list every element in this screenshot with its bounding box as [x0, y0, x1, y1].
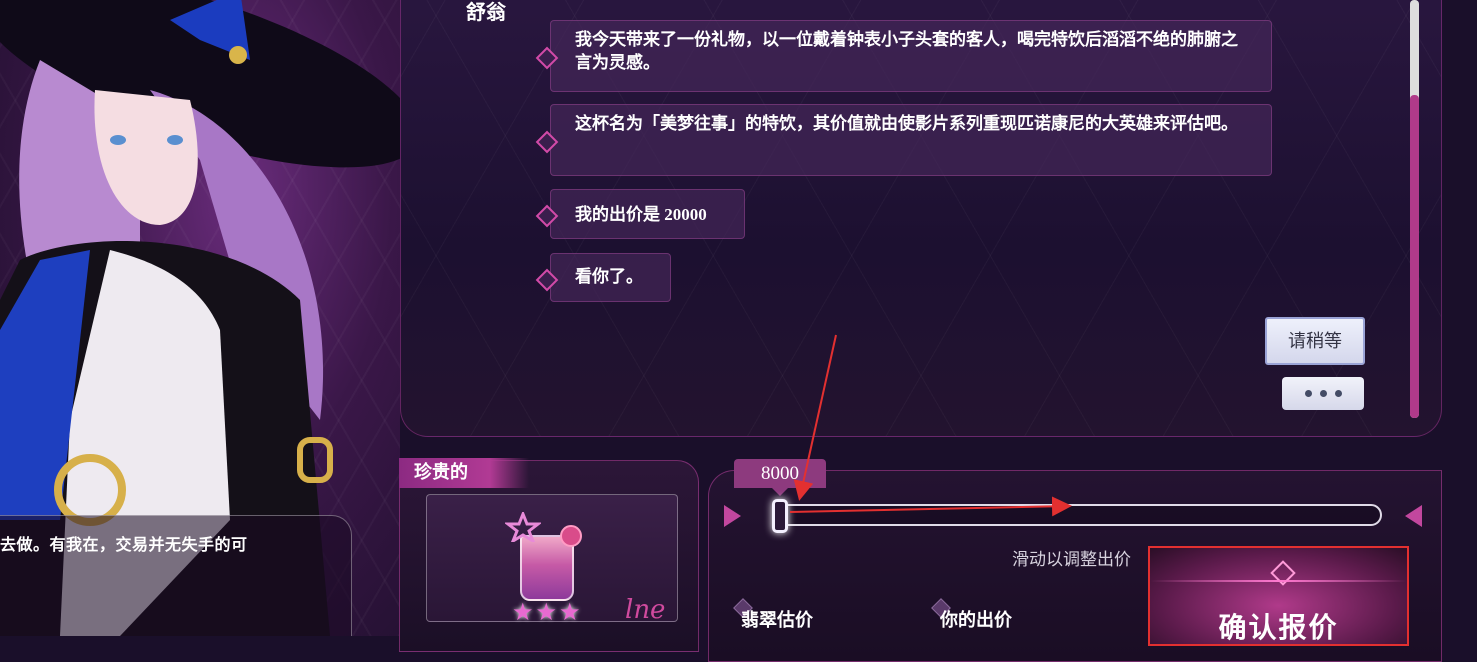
speaker-name: 舒翁: [466, 0, 506, 24]
ellipsis-icon: [1319, 390, 1327, 397]
price-slider-track[interactable]: [772, 504, 1382, 526]
rose-garnish-icon: [560, 525, 582, 547]
chat-message-text: 我的出价是 20000: [575, 205, 707, 224]
slider-hint: 滑动以调整出价: [1012, 550, 1131, 570]
chat-message: 看你了。: [535, 253, 671, 302]
decorative-line: [1150, 580, 1407, 582]
chat-message: 我的出价是 20000: [535, 189, 745, 239]
price-slider-thumb[interactable]: [772, 499, 788, 533]
chat-scrollbar-thumb[interactable]: [1410, 95, 1419, 418]
rarity-tag: 珍贵的: [399, 458, 529, 488]
chat-message: 这杯名为「美梦往事」的特饮，其价值就由使影片系列重现匹诺康尼的大英雄来评估吧。: [535, 104, 1272, 176]
more-options-button[interactable]: [1282, 377, 1364, 410]
chat-message-text: 这杯名为「美梦往事」的特饮，其价值就由使影片系列重现匹诺康尼的大英雄来评估吧。: [575, 114, 1238, 134]
chat-message-text: 我今天带来了一份礼物，以一位戴着钟表小子头套的客人，喝完特饮后滔滔不绝的肺腑之言…: [575, 30, 1238, 73]
chat-message: 我今天带来了一份礼物，以一位戴着钟表小子头套的客人，喝完特饮后滔滔不绝的肺腑之言…: [535, 20, 1272, 92]
chat-message-text: 看你了。: [575, 267, 643, 287]
your-bid-label: 你的出价: [940, 610, 1012, 631]
ellipsis-icon: [1334, 390, 1342, 397]
current-price-tag: 8000: [734, 459, 826, 496]
signature-mark: lne: [625, 595, 666, 625]
confirm-bid-label: 确认报价: [1218, 611, 1339, 644]
wand-icon: [505, 512, 541, 542]
dialogue-text: 去做。有我在，交易并无失手的可: [0, 535, 248, 554]
confirm-bid-button[interactable]: 确认报价: [1148, 546, 1409, 646]
character-portrait: 去做。有我在，交易并无失手的可: [0, 0, 400, 636]
estimate-label: 翡翠估价: [741, 610, 813, 631]
ellipsis-icon: [1304, 390, 1312, 397]
rarity-stars: ★★★: [512, 598, 583, 626]
increase-price-icon[interactable]: [1405, 505, 1422, 527]
wait-button[interactable]: 请稍等: [1265, 317, 1365, 365]
decrease-price-icon[interactable]: [724, 505, 741, 527]
